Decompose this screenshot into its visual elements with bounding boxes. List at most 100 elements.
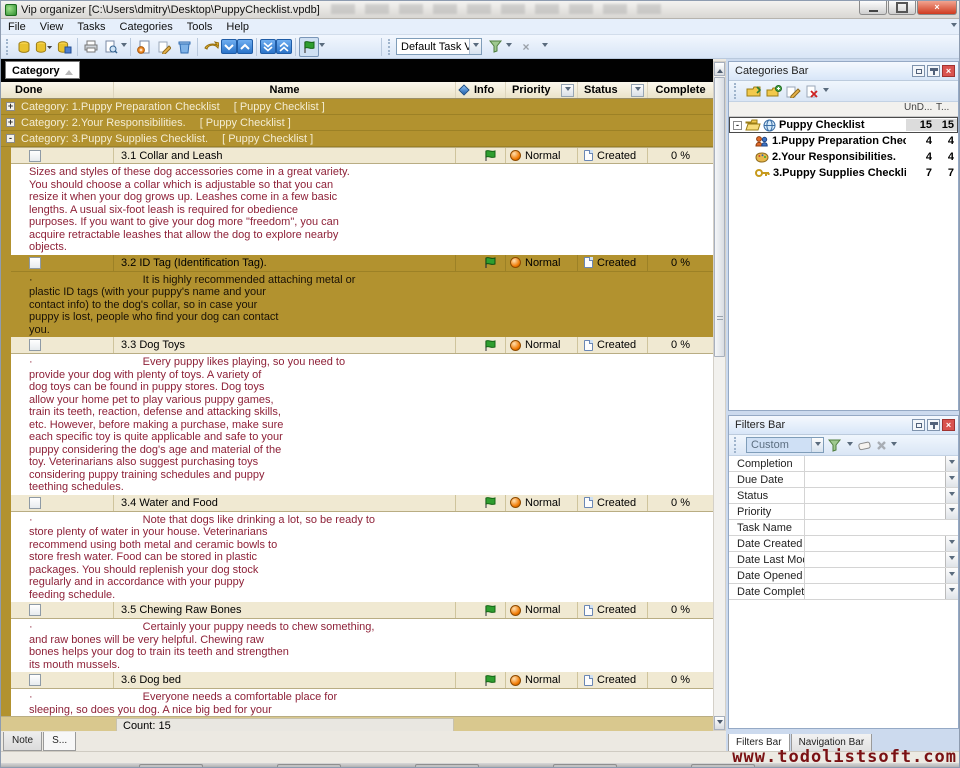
task-row[interactable]: 3.5 Chewing Raw Bones Normal Created 0 %: [11, 602, 713, 619]
show-notes-toggle[interactable]: [299, 37, 319, 57]
panel-restore-button[interactable]: [912, 419, 925, 431]
column-header-info[interactable]: Info: [456, 82, 506, 98]
categories-toolbar-overflow-icon[interactable]: [823, 88, 829, 95]
task-row[interactable]: 3.1 Collar and Leash Normal Created 0 %: [11, 147, 713, 164]
tree-item-category-2[interactable]: 2.Your Responsibilities. 4 4: [729, 149, 958, 165]
task-notes[interactable]: · Certainly your puppy needs to chew som…: [11, 619, 713, 672]
column-header-priority[interactable]: Priority: [506, 82, 578, 98]
filter-value-field[interactable]: [805, 552, 945, 567]
flag-overflow-icon[interactable]: [319, 43, 325, 50]
filter-dropdown-button[interactable]: [945, 568, 958, 583]
column-header-done[interactable]: Done: [1, 82, 114, 98]
filter-value-field[interactable]: [805, 472, 945, 487]
scroll-down-button[interactable]: [714, 716, 725, 730]
status-filter-button[interactable]: [631, 84, 644, 97]
priority-filter-button[interactable]: [561, 84, 574, 97]
task-view-dropdown-button[interactable]: [469, 39, 481, 54]
panel-pin-button[interactable]: [927, 419, 940, 431]
done-checkbox[interactable]: [29, 150, 41, 162]
task-row[interactable]: 3.3 Dog Toys Normal Created 0 %: [11, 337, 713, 354]
tree-item-category-3[interactable]: 3.Puppy Supplies Checklist. 7 7: [729, 165, 958, 181]
delete-category-icon[interactable]: [805, 85, 819, 98]
expand-minus-icon[interactable]: -: [6, 134, 15, 143]
save-database-button[interactable]: [54, 37, 74, 57]
print-overflow-icon[interactable]: [121, 43, 127, 50]
panel-restore-button[interactable]: [912, 65, 925, 77]
done-checkbox[interactable]: [29, 497, 41, 509]
task-name[interactable]: 3.1 Collar and Leash: [114, 148, 456, 163]
toolbar-grip[interactable]: [388, 39, 393, 55]
print-button[interactable]: [81, 37, 101, 57]
done-checkbox[interactable]: [29, 674, 41, 686]
move-down-button[interactable]: [221, 39, 237, 54]
filter-dropdown-button[interactable]: [945, 488, 958, 503]
task-notes-selected[interactable]: · It is highly recommended attaching met…: [11, 272, 713, 338]
filter-overflow-icon[interactable]: [847, 442, 853, 449]
filter-dropdown-button[interactable]: [945, 536, 958, 551]
clear-filter-x-icon[interactable]: [876, 440, 887, 451]
category-group-row-1[interactable]: + Category: 1.Puppy Preparation Checklis…: [1, 99, 713, 115]
menu-help[interactable]: Help: [219, 20, 256, 34]
taskbar-button[interactable]: [277, 764, 341, 768]
recent-databases-button[interactable]: [34, 37, 54, 57]
tree-item-root[interactable]: - Puppy Checklist 15 15: [729, 117, 958, 133]
print-preview-button[interactable]: [101, 37, 121, 57]
menu-categories[interactable]: Categories: [113, 20, 180, 34]
clear-view-button[interactable]: [516, 37, 536, 57]
expand-plus-icon[interactable]: +: [6, 118, 15, 127]
close-button[interactable]: [917, 1, 957, 15]
column-header-name[interactable]: Name: [114, 82, 456, 98]
task-name[interactable]: 3.3 Dog Toys: [114, 337, 456, 353]
task-notes[interactable]: · Note that dogs like drinking a lot, so…: [11, 512, 713, 603]
menu-tasks[interactable]: Tasks: [70, 20, 112, 34]
group-by-category-tab[interactable]: Category: [5, 61, 80, 79]
move-up-button[interactable]: [237, 39, 253, 54]
filter-value-field[interactable]: [805, 536, 945, 551]
edit-task-button[interactable]: [154, 37, 174, 57]
task-notes[interactable]: Sizes and styles of these dog accessorie…: [11, 164, 713, 255]
task-name[interactable]: 3.6 Dog bed: [114, 672, 456, 688]
filter-value-field[interactable]: [805, 520, 958, 535]
menubar-overflow-icon[interactable]: [951, 23, 957, 30]
task-row[interactable]: 3.4 Water and Food Normal Created 0 %: [11, 495, 713, 512]
delete-task-button[interactable]: [174, 37, 194, 57]
add-subcategory-icon[interactable]: [766, 85, 782, 98]
menu-view[interactable]: View: [33, 20, 71, 34]
grid-vertical-scrollbar[interactable]: [713, 61, 726, 731]
task-name[interactable]: 3.5 Chewing Raw Bones: [114, 602, 456, 618]
done-checkbox[interactable]: [29, 339, 41, 351]
category-group-row-3[interactable]: - Category: 3.Puppy Supplies Checklist. …: [1, 131, 713, 147]
filter-value-field[interactable]: [805, 584, 945, 599]
undone-column-header[interactable]: UnD...: [904, 102, 936, 116]
tab-note[interactable]: Note: [3, 732, 42, 751]
filter-value-field[interactable]: [805, 504, 945, 519]
complete-task-button[interactable]: [201, 37, 221, 57]
task-notes[interactable]: · Every puppy likes playing, so you need…: [11, 354, 713, 495]
filter-value-field[interactable]: [805, 488, 945, 503]
task-row-selected[interactable]: 3.2 ID Tag (Identification Tag). Normal …: [11, 255, 713, 272]
filter-preset-dropdown-button[interactable]: [811, 438, 823, 452]
category-group-row-2[interactable]: + Category: 2.Your Responsibilities. [ P…: [1, 115, 713, 131]
filter-preset-combobox[interactable]: Custom: [746, 437, 824, 453]
move-bottom-button[interactable]: [260, 39, 276, 54]
taskbar-button[interactable]: [415, 764, 479, 768]
minimize-button[interactable]: [859, 1, 887, 15]
eraser-icon[interactable]: [857, 440, 872, 451]
panel-close-button[interactable]: [942, 65, 955, 77]
filter-value-field[interactable]: [805, 456, 945, 471]
done-checkbox[interactable]: [29, 257, 41, 269]
scroll-up-button[interactable]: [714, 62, 725, 76]
menu-tools[interactable]: Tools: [180, 20, 220, 34]
view-overflow-icon[interactable]: [506, 43, 512, 50]
task-notes[interactable]: · Everyone needs a comfortable place for…: [11, 689, 713, 716]
move-top-button[interactable]: [276, 39, 292, 54]
toolbar-overflow-icon[interactable]: [542, 43, 548, 50]
tab-s[interactable]: S...: [43, 732, 76, 751]
task-view-combobox[interactable]: Default Task V: [396, 38, 482, 55]
tree-collapse-icon[interactable]: -: [733, 121, 742, 130]
menu-file[interactable]: File: [1, 20, 33, 34]
open-database-button[interactable]: [14, 37, 34, 57]
scroll-thumb[interactable]: [714, 77, 725, 357]
edit-view-button[interactable]: [486, 37, 506, 57]
filter-dropdown-button[interactable]: [945, 584, 958, 599]
